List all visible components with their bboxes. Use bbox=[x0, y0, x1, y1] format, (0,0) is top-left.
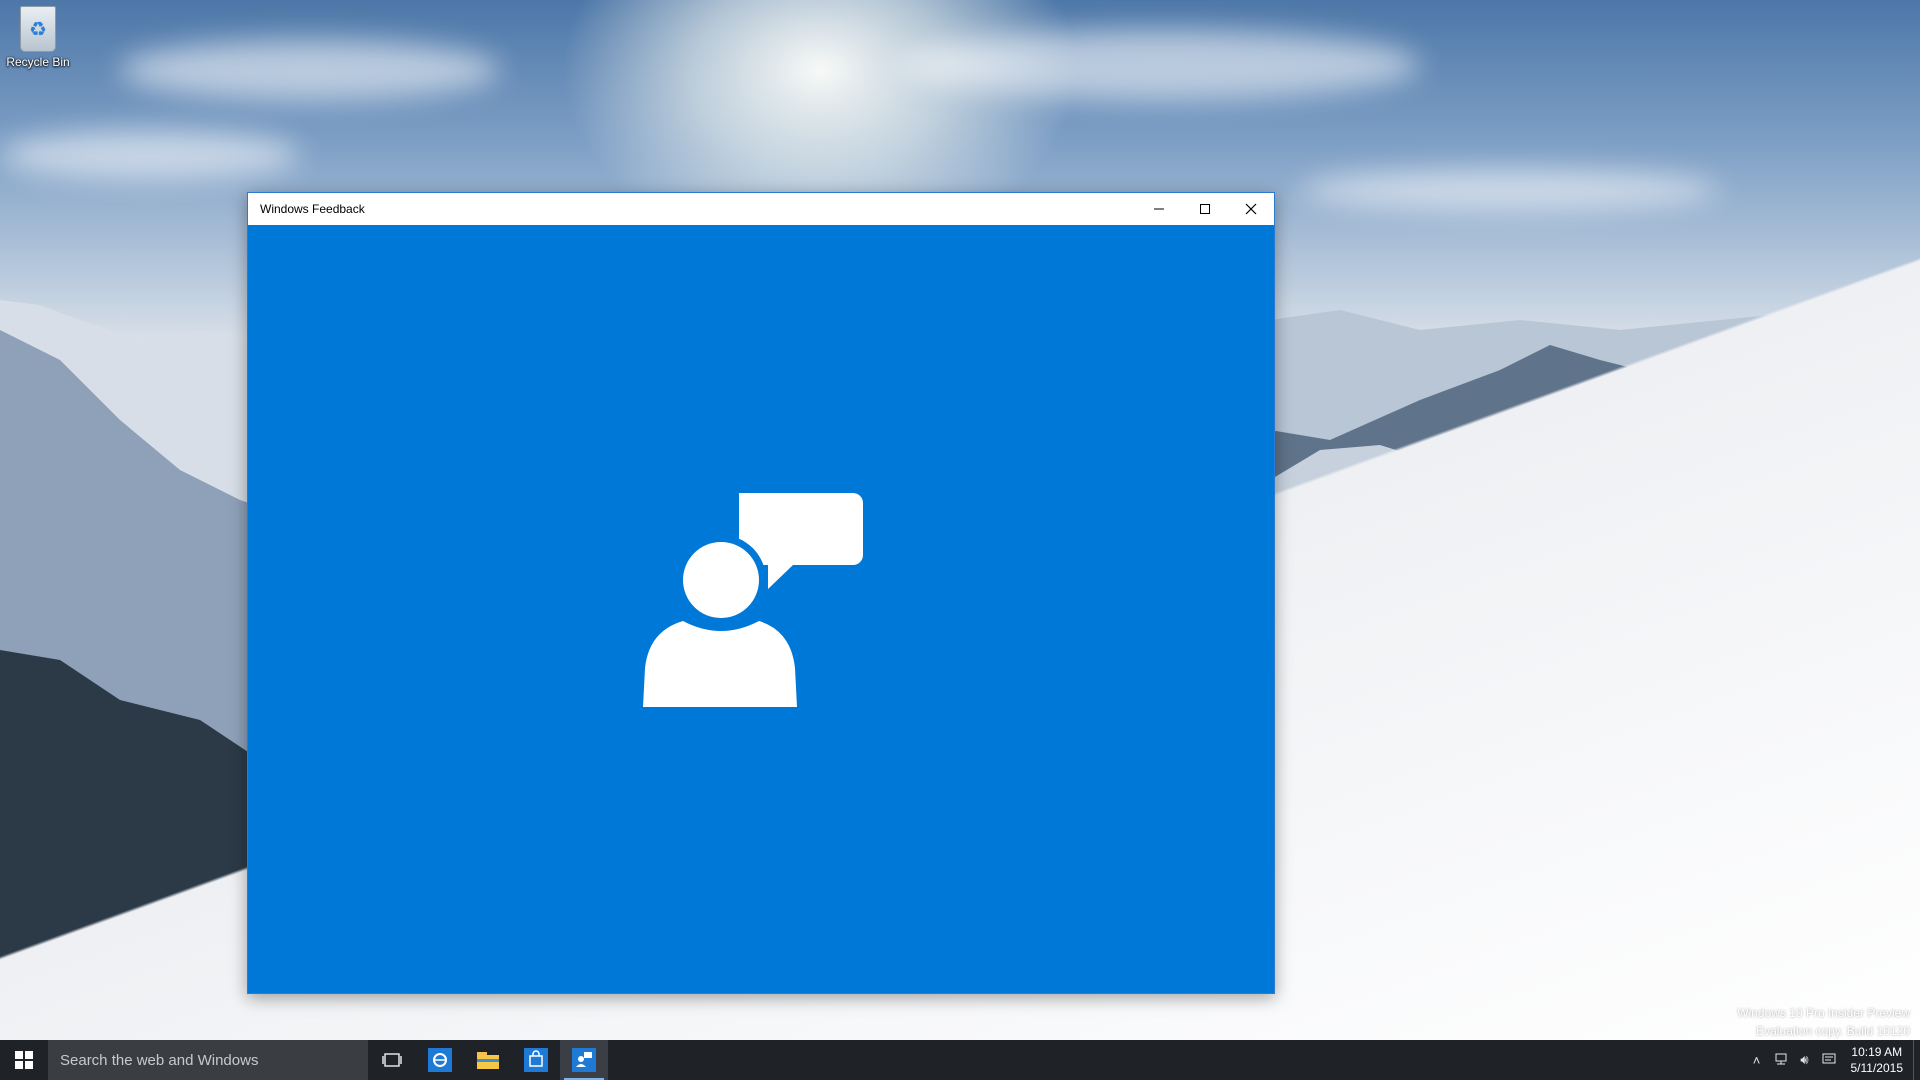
file-explorer-button[interactable] bbox=[464, 1040, 512, 1080]
network-icon[interactable] bbox=[1769, 1053, 1793, 1068]
search-box[interactable]: Search the web and Windows bbox=[48, 1040, 368, 1080]
splash-screen bbox=[248, 225, 1274, 993]
store-button[interactable] bbox=[512, 1040, 560, 1080]
minimize-icon bbox=[1154, 208, 1164, 210]
windows-feedback-icon bbox=[572, 1048, 596, 1072]
clock-time: 10:19 AM bbox=[1851, 1045, 1903, 1059]
person-speech-bubble-icon bbox=[643, 493, 863, 707]
watermark-line-2: Evaluation copy. Build 10120 bbox=[1756, 1024, 1910, 1038]
volume-icon[interactable]: 🔊︎ bbox=[1793, 1052, 1817, 1068]
start-button[interactable] bbox=[0, 1040, 48, 1080]
close-icon bbox=[1245, 203, 1257, 215]
show-desktop-button[interactable] bbox=[1913, 1040, 1920, 1080]
recycle-bin-icon bbox=[20, 6, 56, 52]
store-icon bbox=[524, 1048, 548, 1072]
desktop-icon-recycle-bin[interactable]: Recycle Bin bbox=[6, 6, 70, 69]
minimize-button[interactable] bbox=[1136, 193, 1182, 225]
windows-feedback-button[interactable] bbox=[560, 1040, 608, 1080]
task-view-icon bbox=[382, 1053, 402, 1067]
taskbar: Search the web and Windows ˄ 🔊︎ 10:19 AM… bbox=[0, 1040, 1920, 1080]
recycle-bin-label: Recycle Bin bbox=[6, 55, 70, 69]
maximize-button[interactable] bbox=[1182, 193, 1228, 225]
watermark-line-1: Windows 10 Pro Insider Preview bbox=[1737, 1006, 1910, 1020]
title-bar[interactable]: Windows Feedback bbox=[248, 193, 1274, 225]
windows-logo-icon bbox=[15, 1051, 33, 1069]
taskbar-clock[interactable]: 10:19 AM 5/11/2015 bbox=[1841, 1044, 1914, 1076]
windows-feedback-window[interactable]: Windows Feedback bbox=[247, 192, 1275, 994]
chevron-up-icon[interactable]: ˄ bbox=[1745, 1053, 1769, 1068]
build-watermark: Windows 10 Pro Insider Preview Evaluatio… bbox=[1737, 1004, 1910, 1040]
action-center-icon[interactable] bbox=[1817, 1053, 1841, 1068]
system-tray: ˄ 🔊︎ 10:19 AM 5/11/2015 bbox=[1745, 1040, 1920, 1080]
clock-date: 5/11/2015 bbox=[1850, 1061, 1904, 1075]
task-view-button[interactable] bbox=[368, 1040, 416, 1080]
internet-explorer-icon bbox=[428, 1048, 452, 1072]
maximize-icon bbox=[1200, 204, 1210, 214]
close-button[interactable] bbox=[1228, 193, 1274, 225]
file-explorer-icon bbox=[477, 1052, 499, 1069]
window-title: Windows Feedback bbox=[260, 202, 365, 216]
internet-explorer-button[interactable] bbox=[416, 1040, 464, 1080]
